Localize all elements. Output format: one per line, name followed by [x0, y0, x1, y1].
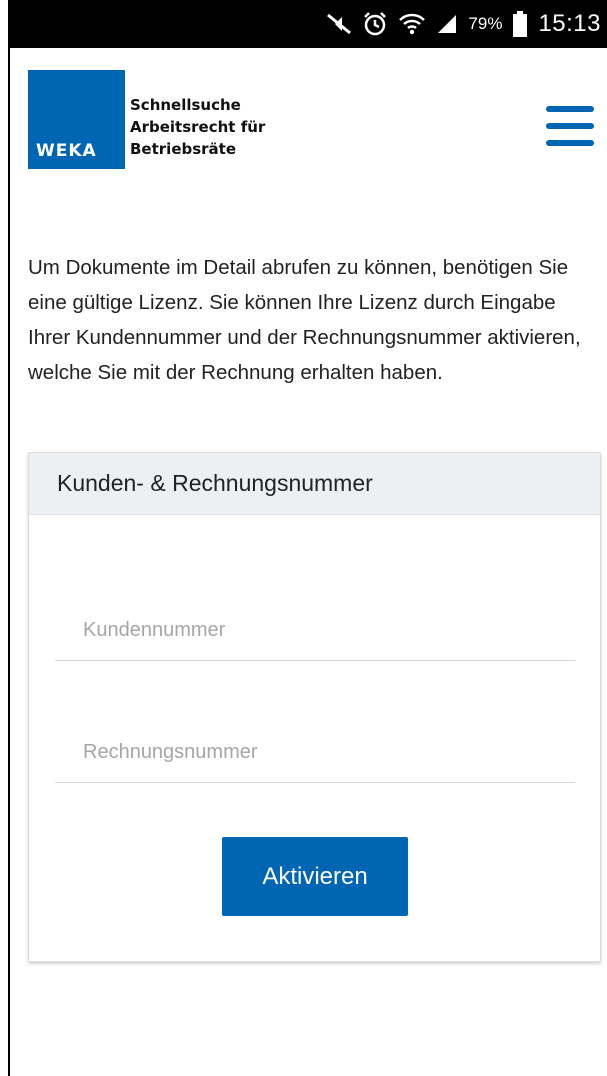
status-bar: 79% 15:13 [10, 0, 607, 48]
menu-bar [546, 123, 594, 129]
logo-wordmark: WEKA [36, 141, 97, 161]
menu-bar [546, 140, 594, 146]
wifi-icon [398, 0, 426, 48]
license-card: Kunden- & Rechnungsnummer Aktivieren [28, 452, 601, 962]
app-header: WEKA Schnellsuche Arbeitsrecht für Betri… [10, 48, 607, 198]
app-title: Schnellsuche Arbeitsrecht für Betriebsrä… [130, 94, 265, 160]
signal-icon [436, 0, 458, 48]
hamburger-menu-icon[interactable] [546, 106, 594, 146]
menu-bar [546, 106, 594, 112]
app-title-line-1: Schnellsuche [130, 96, 241, 114]
app-title-line-3: Betriebsräte [130, 140, 237, 158]
battery-icon [512, 0, 528, 48]
weka-logo[interactable]: WEKA [28, 70, 125, 169]
card-title: Kunden- & Rechnungsnummer [29, 453, 600, 515]
app-title-line-2: Arbeitsrecht für [130, 118, 266, 136]
license-intro-text: Um Dokumente im Detail abrufen zu können… [28, 256, 581, 384]
activate-button[interactable]: Aktivieren [222, 837, 408, 916]
clock: 15:13 [538, 10, 601, 37]
mute-icon [326, 0, 352, 48]
customer-number-input[interactable] [55, 601, 575, 661]
battery-percent: 79% [468, 14, 503, 33]
invoice-number-input[interactable] [55, 723, 575, 783]
alarm-icon [362, 0, 388, 48]
app-frame: 79% 15:13 WEKA Schnellsuche Arbeitsrecht… [8, 0, 607, 1076]
